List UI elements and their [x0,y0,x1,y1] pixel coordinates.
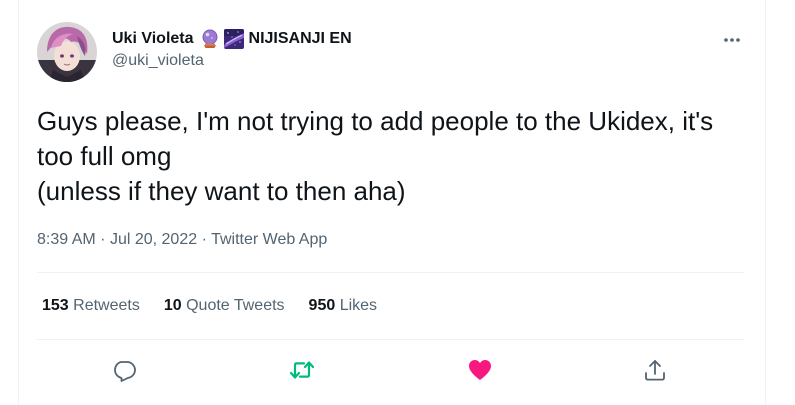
tweet-stats: 153 Retweets 10 Quote Tweets 950 Likes [42,297,401,315]
divider-top [37,272,744,273]
likes-stat[interactable]: 950 Likes [309,297,378,315]
reply-button[interactable] [107,352,143,388]
tweet-meta: 8:39 AM · Jul 20, 2022 · Twitter Web App [37,231,327,249]
quote-tweets-label: Quote Tweets [186,297,285,314]
share-button[interactable] [637,352,673,388]
separator: · [201,231,212,248]
share-icon [645,360,665,381]
tweet-date[interactable]: Jul 20, 2022 [110,231,197,248]
avatar-image [37,22,97,82]
avatar[interactable] [37,22,97,82]
affiliation-text: NIJISANJI EN [248,30,352,47]
tweet-text: Guys please, I'm not trying to add peopl… [37,106,714,206]
retweets-label: Retweets [73,297,140,314]
left-border [18,0,19,405]
divider-bottom [37,339,744,340]
separator: · [100,231,110,248]
heart-icon [469,360,491,380]
user-handle[interactable]: @uki_violeta [112,52,352,70]
display-name[interactable]: Uki Violeta [112,30,194,48]
retweet-button[interactable] [284,352,320,388]
tweet-time[interactable]: 8:39 AM [37,231,96,248]
milky-way-icon [223,29,244,49]
quote-tweets-count: 10 [163,297,182,314]
crystal-ball-icon [200,29,220,49]
retweet-icon [289,361,315,379]
retweets-stat[interactable]: 153 Retweets [42,297,140,315]
more-dots-icon [724,38,740,42]
like-button[interactable] [462,352,498,388]
likes-label: Likes [339,297,378,314]
quote-tweets-stat[interactable]: 10 Quote Tweets [164,297,285,315]
tweet-actions [0,352,795,388]
right-border [765,0,766,405]
reply-icon [114,361,136,382]
likes-count: 950 [308,297,336,314]
tweet-header: Uki Violeta NIJISANJI EN @uki_violeta [112,28,352,70]
name-row: Uki Violeta NIJISANJI EN [112,28,352,50]
more-options-button[interactable] [718,26,746,54]
tweet-card: Uki Violeta NIJISANJI EN @uki_violeta Gu… [0,0,795,405]
tweet-source[interactable]: Twitter Web App [211,231,327,248]
retweets-count: 153 [42,297,69,314]
